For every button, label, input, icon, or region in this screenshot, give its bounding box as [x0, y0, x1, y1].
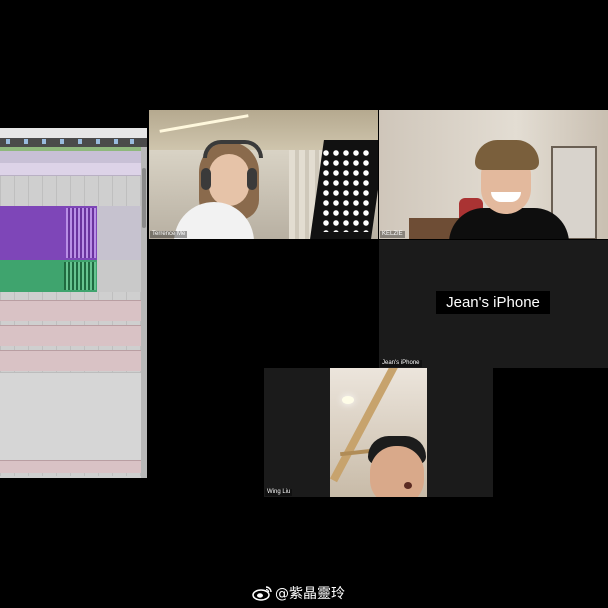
participant-video: [370, 446, 424, 497]
participant-name-label: KELZIE: [380, 231, 405, 238]
daw-screen-share: [0, 128, 147, 478]
track-lane[interactable]: [0, 350, 141, 371]
watermark-text: @紫晶靈玲: [275, 586, 345, 602]
track-lane[interactable]: [0, 460, 141, 473]
headphones: [201, 168, 211, 190]
track-lane[interactable]: [0, 163, 141, 176]
track-lane[interactable]: [97, 206, 141, 260]
track-lane[interactable]: [0, 300, 141, 321]
scrollbar-thumb[interactable]: [142, 168, 146, 228]
timeline-ruler[interactable]: [0, 138, 147, 147]
participant-name-label: Terrence Me: [150, 231, 188, 238]
participant-name-label: Jean's iPhone: [380, 360, 422, 367]
participant-name-label: Wing Liu: [265, 489, 293, 496]
participant-video: [475, 140, 539, 170]
waveform: [66, 208, 96, 258]
waveform: [64, 262, 96, 290]
track-lane[interactable]: [97, 260, 141, 292]
video-tile-kelzie[interactable]: KELZIE: [379, 110, 608, 239]
weibo-icon: [252, 586, 272, 601]
headphones: [247, 168, 257, 190]
track-lane[interactable]: [0, 325, 141, 346]
music-stand: [321, 148, 373, 232]
video-tile-terrence[interactable]: Terrence Me: [149, 110, 378, 239]
watermark: @紫晶靈玲: [252, 583, 345, 603]
participant-video: [330, 368, 427, 497]
headphones: [203, 140, 263, 158]
participant-display-name: Jean's iPhone: [436, 291, 550, 314]
video-tile-jean[interactable]: Jean's iPhone Jean's iPhone: [379, 240, 608, 368]
track-lane[interactable]: [0, 151, 141, 163]
video-background: [342, 396, 354, 404]
video-tile-wing[interactable]: Wing Liu: [264, 368, 493, 497]
participant-video: [404, 482, 412, 489]
participant-video: [209, 154, 249, 206]
track-lane[interactable]: [0, 372, 141, 461]
